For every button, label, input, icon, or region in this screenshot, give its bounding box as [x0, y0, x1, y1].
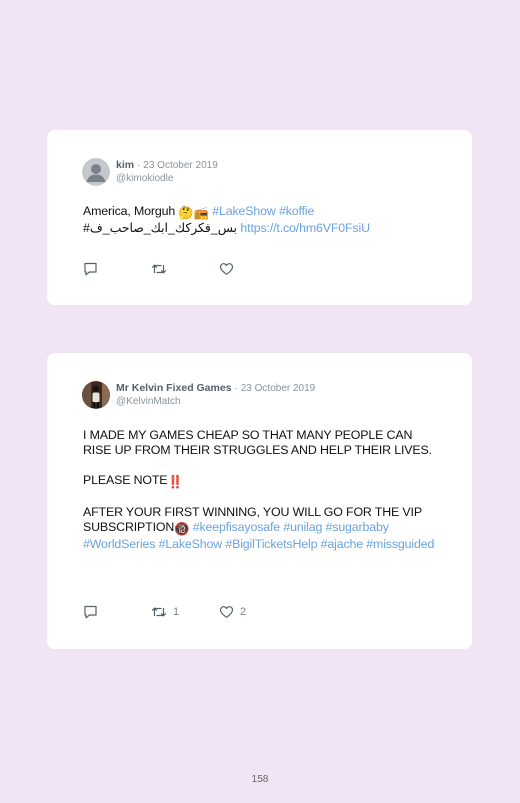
heart-icon — [219, 606, 234, 618]
tweet-card[interactable]: Mr Kelvin Fixed Games · 23 October 2019 … — [47, 353, 472, 649]
like-button[interactable] — [219, 262, 240, 276]
user-photo-avatar[interactable] — [82, 381, 110, 409]
author-handle[interactable]: @KelvinMatch — [116, 395, 315, 408]
page-number: 158 — [251, 774, 269, 785]
retweet-icon — [151, 607, 167, 617]
retweet-button[interactable]: 1 — [151, 605, 219, 619]
tweet-card[interactable]: kim · 23 October 2019 @kimokiodle Americ… — [47, 130, 472, 305]
no-under-18-emoji: 🔞 — [174, 522, 190, 536]
tweet-actions — [83, 262, 240, 276]
like-button[interactable]: 2 — [219, 605, 246, 619]
tweet-meta: Mr Kelvin Fixed Games · 23 October 2019 … — [116, 382, 315, 408]
tweet-paragraph: AFTER YOUR FIRST WINNING, YOU WILL GO FO… — [83, 505, 442, 552]
reply-button[interactable] — [83, 262, 151, 276]
default-avatar-icon[interactable] — [82, 158, 110, 186]
tweet-text: America, Morguh 🤔📻 #LakeShow #koffie #بس… — [83, 204, 442, 236]
tweet-header: Mr Kelvin Fixed Games · 23 October 2019 … — [82, 380, 315, 410]
reply-icon — [84, 605, 97, 619]
tweet-paragraph-text: PLEASE NOTE — [83, 473, 168, 487]
retweet-icon — [151, 264, 167, 274]
heart-icon — [219, 263, 234, 275]
retweet-button[interactable] — [151, 262, 219, 276]
author-name[interactable]: kim — [116, 159, 134, 171]
like-count: 2 — [240, 606, 247, 618]
hashtag-link[interactable]: #koffie — [279, 204, 314, 218]
author-handle[interactable]: @kimokiodle — [116, 172, 218, 185]
retweet-count: 1 — [173, 606, 180, 618]
tweet-paragraph: I MADE MY GAMES CHEAP SO THAT MANY PEOPL… — [83, 428, 432, 457]
separator: · — [234, 383, 238, 394]
tweet-header: kim · 23 October 2019 @kimokiodle — [82, 157, 218, 187]
tweet-url-link[interactable]: https://t.co/hm6VF0FsiU — [240, 221, 370, 235]
tweet-meta: kim · 23 October 2019 @kimokiodle — [116, 159, 218, 185]
reply-button[interactable] — [83, 605, 151, 619]
separator: · — [137, 160, 141, 171]
author-name[interactable]: Mr Kelvin Fixed Games — [116, 382, 232, 394]
arabic-hashtag[interactable]: #بس_فكركك_ابك_صاحب_ف — [83, 221, 237, 235]
thinking-radio-emoji: 🤔📻 — [178, 206, 209, 220]
tweet-actions: 1 2 — [83, 605, 246, 619]
tweet-paragraph: PLEASE NOTE‼️ — [83, 473, 442, 490]
tweet-text-plain: America, Morguh — [83, 204, 176, 218]
hashtag-link[interactable]: #LakeShow — [212, 204, 276, 218]
tweet-text: I MADE MY GAMES CHEAP SO THAT MANY PEOPL… — [83, 428, 442, 552]
double-exclamation-emoji: ‼️ — [167, 475, 183, 489]
tweet-date[interactable]: 23 October 2019 — [143, 160, 218, 171]
tweet-date[interactable]: 23 October 2019 — [241, 383, 316, 394]
reply-icon — [84, 262, 97, 276]
